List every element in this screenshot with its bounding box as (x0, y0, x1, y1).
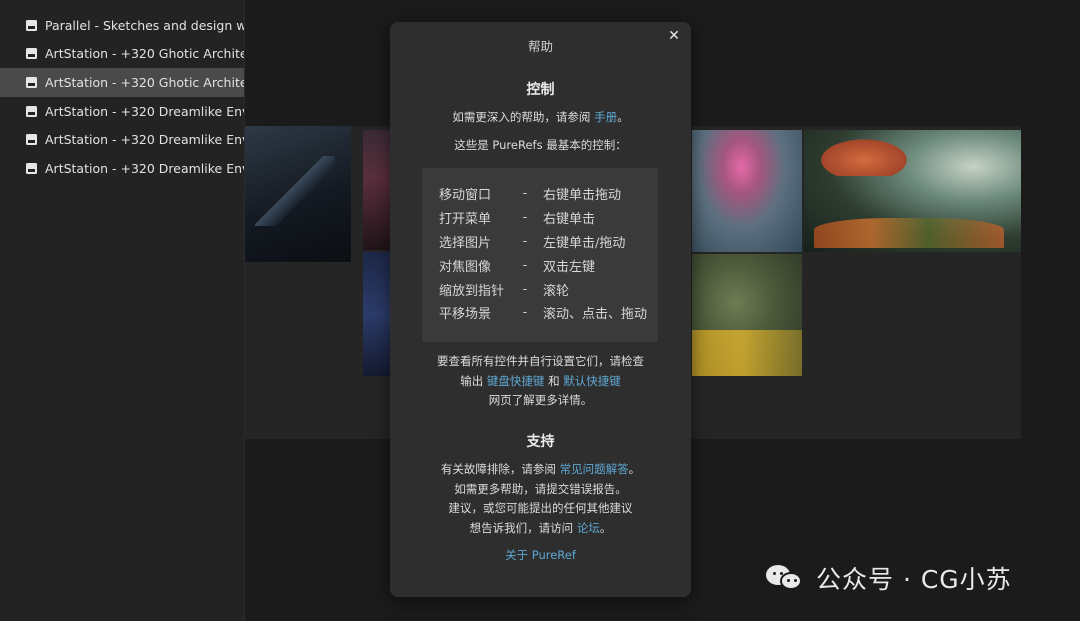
reference-image[interactable] (363, 130, 391, 250)
sidebar: Parallel - Sketches and design work ArtS… (0, 0, 245, 621)
support-prefix: 有关故障排除，请参阅 (440, 462, 560, 476)
shortcuts-line-3: 网页了解更多详情。 (488, 393, 593, 407)
control-separator: - (522, 257, 528, 273)
sidebar-item-label: ArtStation - +320 Dreamlike Enviror (45, 160, 244, 176)
shortcuts-prefix: 输出 (460, 373, 487, 388)
control-row: 缩放到指针 - 滚轮 (422, 277, 658, 301)
reference-image[interactable] (804, 130, 1021, 252)
image-icon (26, 19, 37, 31)
support-line-4-prefix: 想告诉我们，请访问 (469, 520, 577, 535)
sidebar-item-board-6[interactable]: ArtStation - +320 Dreamlike Enviror (0, 154, 244, 183)
reference-image[interactable] (692, 254, 802, 376)
app-window: Parallel - Sketches and design work ArtS… (0, 0, 1080, 621)
control-row: 平移场景 - 滚动、点击、拖动 (422, 301, 658, 325)
image-icon (26, 134, 37, 146)
manual-link[interactable]: 手册 (594, 110, 617, 124)
support-text: 有关故障排除，请参阅 常见问题解答。 如需更多帮助，请提交错误报告。 建议，或您… (390, 460, 691, 538)
dialog-title: 帮助 (527, 39, 553, 54)
faq-link[interactable]: 常见问题解答 (560, 462, 629, 476)
image-icon (26, 76, 37, 88)
sidebar-item-board-2[interactable]: ArtStation - +320 Ghotic Architectu (0, 40, 244, 69)
keyboard-shortcuts-link[interactable]: 键盘快捷键 (487, 374, 545, 388)
about-pureref-link[interactable]: 关于 PureRef (505, 548, 576, 562)
control-key: 平移场景 (439, 307, 492, 323)
control-key: 缩放到指针 (439, 283, 505, 299)
support-line-3: 建议，或您可能提出的任何其他建议 (448, 501, 633, 515)
forum-link[interactable]: 论坛 (577, 521, 600, 535)
sidebar-item-label: ArtStation - +320 Ghotic Architectu (45, 46, 244, 62)
close-button[interactable]: ✕ (666, 28, 682, 44)
shortcuts-and: 和 (544, 373, 564, 388)
control-separator: - (522, 186, 528, 202)
intro-text-prefix: 如需更深入的帮助，请参阅 (452, 110, 595, 124)
support-line-4: 想告诉我们，请访问 论坛。 (390, 519, 691, 539)
controls-heading: 控制 (526, 82, 555, 98)
intro-text-end: 。 (617, 110, 629, 124)
support-heading: 支持 (526, 434, 555, 450)
shortcuts-line-1: 要查看所有控件并自行设置它们，请检查 (437, 354, 644, 368)
control-key: 打开菜单 (439, 212, 492, 228)
intro-text: 如需更深入的帮助，请参阅 手册。 (390, 108, 691, 128)
sidebar-item-label: ArtStation - +320 Ghotic Architectu (45, 74, 244, 90)
default-shortcuts-link[interactable]: 默认快捷键 (563, 374, 621, 388)
reference-image[interactable] (363, 252, 391, 376)
control-row: 移动窗口 - 右键单击拖动 (422, 182, 658, 206)
shortcuts-text: 要查看所有控件并自行设置它们，请检查 输出 键盘快捷键 和 默认快捷键 网页了解… (390, 352, 691, 411)
sidebar-item-label: ArtStation - +320 Dreamlike Enviror (45, 103, 244, 119)
control-value: 滚轮 (543, 283, 570, 299)
support-line-4-end: 。 (599, 520, 612, 535)
control-key: 对焦图像 (439, 259, 492, 275)
sidebar-item-label: ArtStation - +320 Dreamlike Enviror (45, 132, 244, 148)
control-value: 右键单击 (543, 212, 596, 228)
control-row: 选择图片 - 左键单击/拖动 (422, 230, 658, 254)
control-key: 选择图片 (439, 235, 492, 251)
control-value: 双击左键 (543, 259, 596, 275)
control-separator: - (522, 305, 528, 321)
control-separator: - (522, 233, 528, 249)
support-line-1: 有关故障排除，请参阅 常见问题解答。 (390, 460, 691, 480)
support-line-2: 如需更多帮助，请提交错误报告。 (454, 481, 627, 496)
control-separator: - (522, 281, 528, 297)
about-line: 关于 PureRef (390, 546, 691, 566)
control-key: 移动窗口 (439, 188, 492, 204)
control-row: 对焦图像 - 双击左键 (422, 253, 658, 277)
sidebar-item-board-1[interactable]: Parallel - Sketches and design work (0, 11, 244, 40)
watermark: 公众号 · CG小苏 (766, 560, 1012, 596)
control-row: 打开菜单 - 右键单击 (422, 206, 658, 230)
help-dialog: 帮助 ✕ 控制 如需更深入的帮助，请参阅 手册。 这些是 PureRefs 最基… (390, 22, 691, 597)
wechat-icon (766, 563, 806, 593)
image-icon (26, 162, 37, 174)
control-value: 右键单击拖动 (543, 188, 622, 204)
sidebar-item-board-4[interactable]: ArtStation - +320 Dreamlike Enviror (0, 97, 244, 126)
sidebar-item-board-5[interactable]: ArtStation - +320 Dreamlike Enviror (0, 125, 244, 154)
sidebar-item-board-3[interactable]: ArtStation - +320 Ghotic Architectu (0, 68, 244, 97)
sidebar-item-label: Parallel - Sketches and design work (45, 17, 244, 33)
image-icon (26, 48, 37, 60)
basics-text: 这些是 PureRefs 最基本的控制： (454, 138, 627, 152)
control-separator: - (522, 210, 528, 226)
controls-list: 移动窗口 - 右键单击拖动 打开菜单 - 右键单击 选择图片 - 左键单击/拖动… (422, 168, 658, 342)
close-icon: ✕ (668, 28, 680, 44)
control-value: 滚动、点击、拖动 (543, 307, 648, 323)
reference-image[interactable] (245, 126, 351, 262)
shortcuts-line-2: 输出 键盘快捷键 和 默认快捷键 (390, 372, 691, 392)
image-icon (26, 105, 37, 117)
reference-image[interactable] (692, 130, 802, 252)
watermark-text: 公众号 · CG小苏 (816, 565, 1012, 594)
support-line-1-end: 。 (628, 462, 641, 476)
control-value: 左键单击/拖动 (543, 235, 626, 251)
